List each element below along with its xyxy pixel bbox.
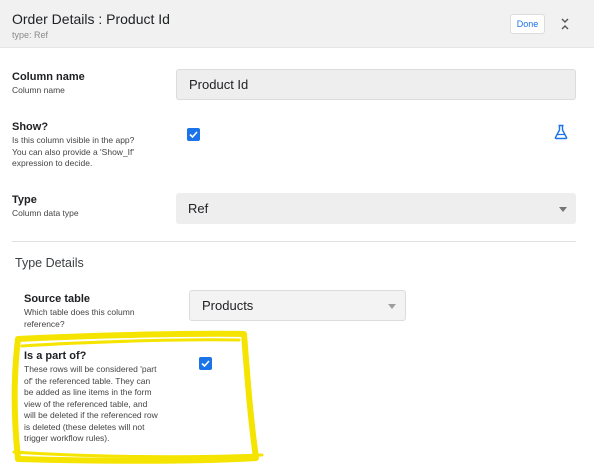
type-select-value: Ref [188,201,209,216]
source-table-description-line-1: Which table does this column [24,307,135,317]
type-description: Column data type [12,208,79,218]
chevron-down-icon [559,206,567,212]
done-button[interactable]: Done [510,14,545,34]
column-name-label: Column name [12,71,85,83]
is-part-of-label: Is a part of? [24,350,87,362]
show-description-line-3: expression to decide. [12,158,93,168]
source-table-label: Source table [24,293,91,305]
check-icon [201,360,210,368]
column-name-value: Product Id [189,77,249,92]
type-details-title: Type Details [15,256,84,270]
check-icon [189,131,198,139]
source-table-select-value: Products [202,298,254,313]
type-select[interactable]: Ref [176,193,576,224]
type-label: Type [12,194,37,206]
show-description-line-1: Is this column visible in the app? [12,135,135,145]
flask-icon[interactable] [553,124,569,140]
is-part-of-description-line-5: will be deleted if the referenced row [24,410,158,420]
is-part-of-description-line-3: be added as line items in the form [24,387,152,397]
show-description-line-2: You can also provide a 'Show_If' [12,146,135,157]
dialog-title: Order Details : Product Id [12,11,170,27]
is-part-of-description-line-6: is deleted (these deletes will not [24,421,145,432]
column-name-description: Column name [12,85,65,95]
is-part-of-checkbox[interactable] [199,357,212,370]
is-part-of-description-line-4: view of the referenced table, and [24,398,148,409]
collapse-icon[interactable] [559,17,571,31]
is-part-of-description-line-7: trigger workflow rules). [24,433,110,443]
dialog-header: Order Details : Product Id type: Ref Don… [0,0,594,48]
dialog-subtitle: type: Ref [12,30,49,40]
column-name-input[interactable]: Product Id [176,69,576,100]
show-label: Show? [12,121,49,133]
source-table-description-line-2: reference? [24,318,65,329]
section-divider [12,241,576,242]
is-part-of-description-line-2: of' the referenced table. They can [24,375,151,386]
source-table-select[interactable]: Products [189,290,406,321]
chevron-down-icon [388,303,396,309]
show-checkbox[interactable] [187,128,200,141]
is-part-of-description-line-1: These rows will be considered 'part [24,364,157,374]
